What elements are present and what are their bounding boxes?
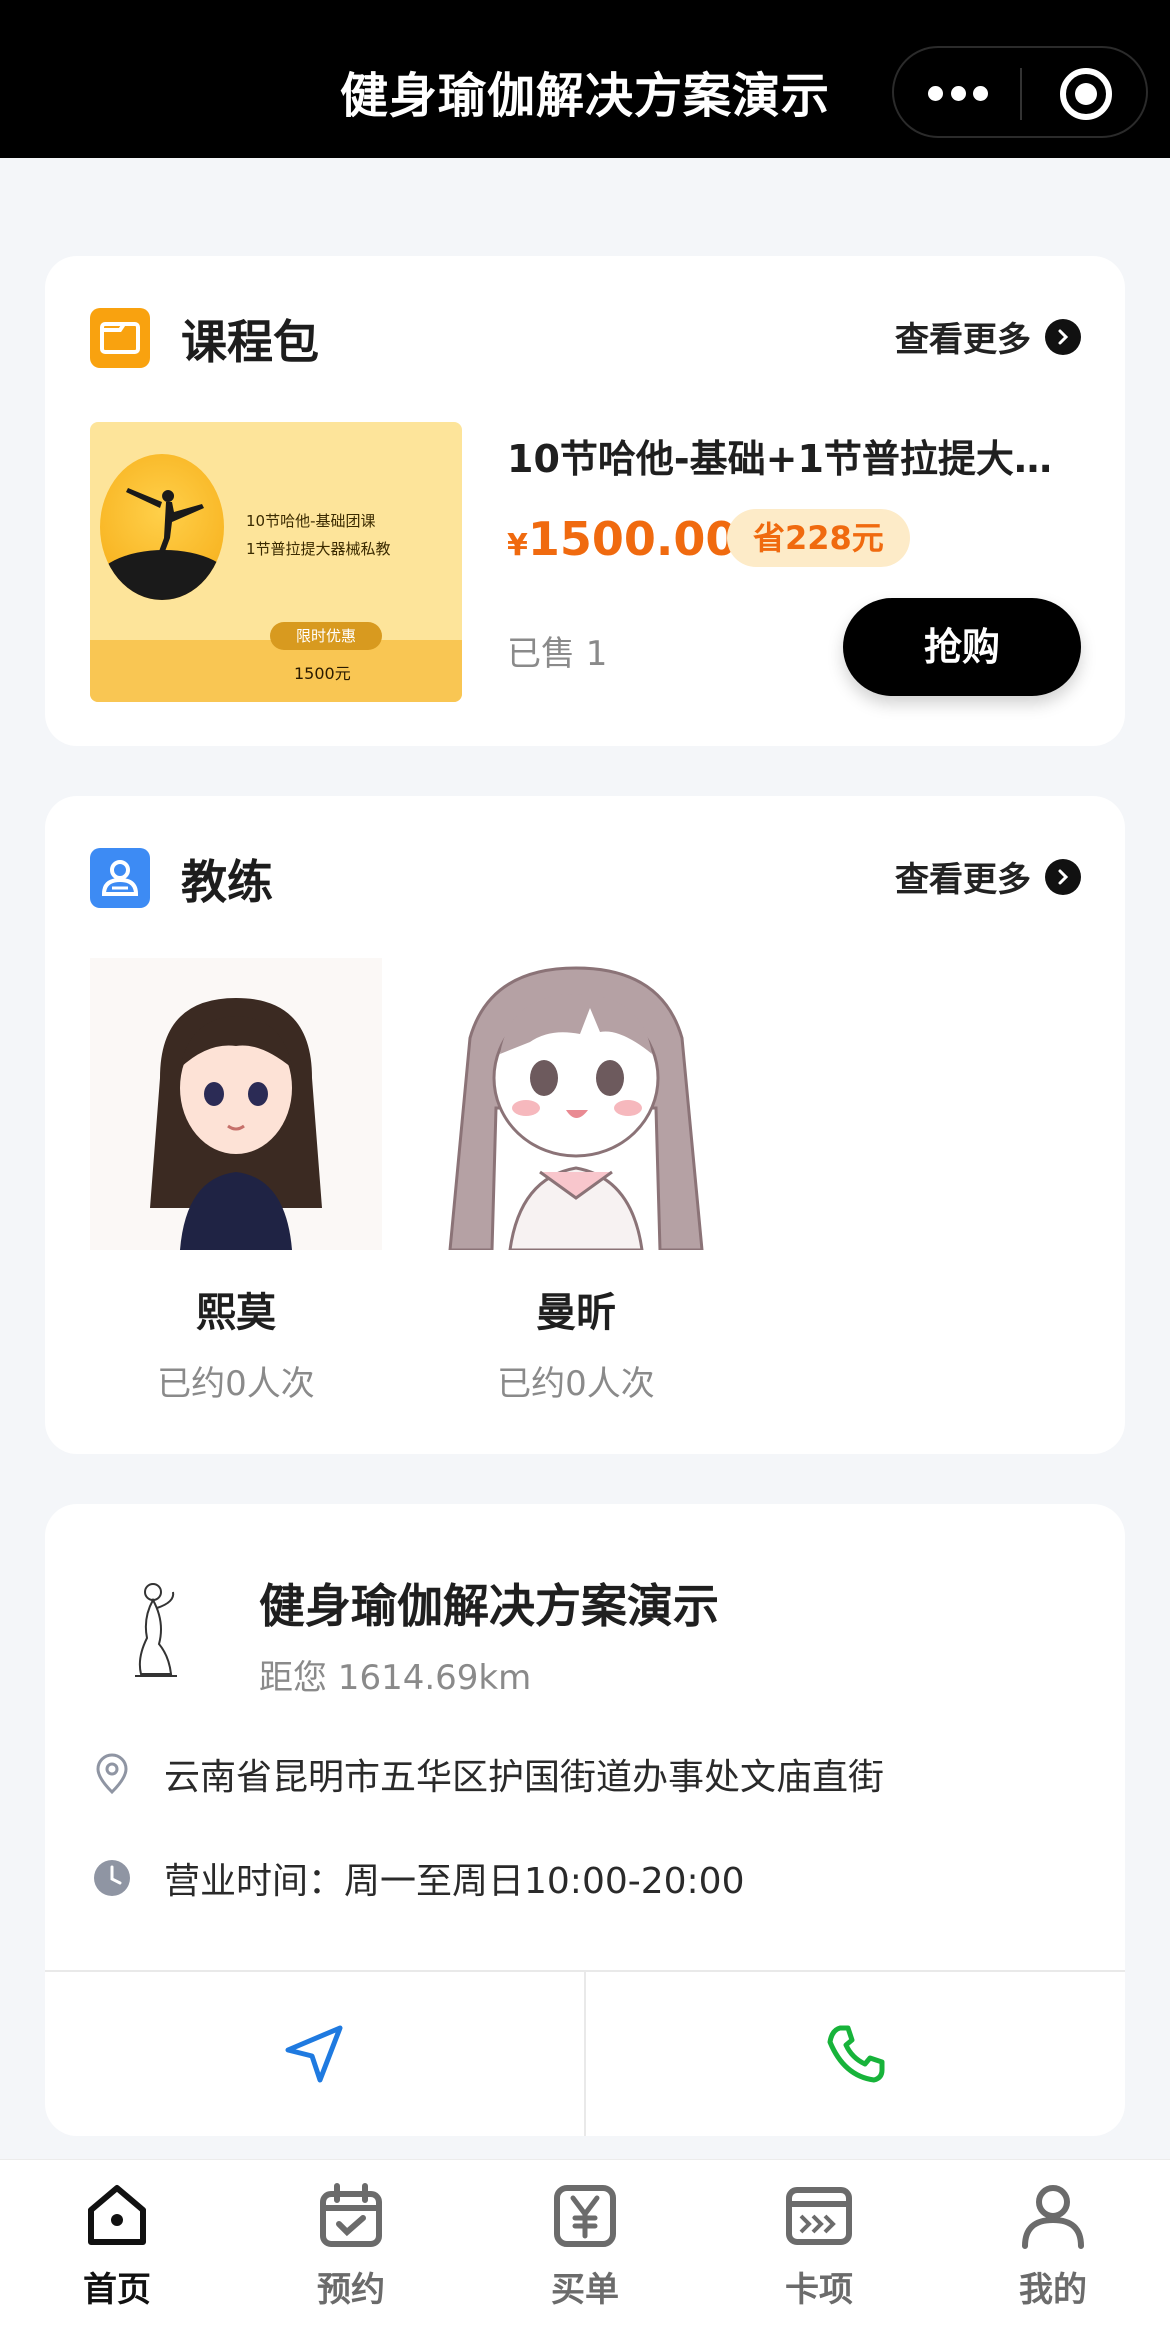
- coach-name: 熙莫: [196, 1290, 276, 1336]
- user-icon: [1022, 2185, 1084, 2249]
- tab-label: 预约: [317, 2270, 385, 2310]
- cover-price: 1500元: [294, 664, 351, 683]
- view-more-label: 查看更多: [895, 320, 1031, 360]
- coach-booking-count: 已约0人次: [497, 1364, 655, 1404]
- store-distance: 距您 1614.69km: [259, 1658, 532, 1698]
- tab-pay[interactable]: 买单: [505, 2180, 665, 2311]
- tab-label: 买单: [551, 2270, 619, 2310]
- package-name[interactable]: 10节哈他-基础+1节普拉提大器械私教: [507, 428, 1087, 483]
- clock-icon: [90, 1856, 134, 1900]
- cover-line-2: 1节普拉提大器械私教: [246, 540, 391, 558]
- chevron-right-icon: [1045, 318, 1081, 355]
- location-pin-icon: [90, 1752, 134, 1796]
- tab-mine[interactable]: 我的: [973, 2180, 1133, 2311]
- mini-program-capsule: [892, 46, 1148, 138]
- tab-label: 我的: [1019, 2270, 1087, 2310]
- tab-label: 首页: [83, 2270, 151, 2310]
- section-title: 教练: [181, 855, 273, 909]
- store-hours-row: 营业时间：周一至周日10:00-20:00: [90, 1852, 744, 1904]
- cover-line-1: 10节哈他-基础团课: [246, 512, 376, 530]
- record-target-icon[interactable]: [1060, 68, 1112, 120]
- coach-section: 教练 查看更多 熙莫 已约0人次 曼昕 已约0人次: [45, 796, 1125, 1454]
- coach-name: 曼昕: [536, 1290, 616, 1336]
- home-icon: [88, 2185, 146, 2245]
- view-more-packages-link[interactable]: 查看更多: [895, 312, 1081, 361]
- package-cover-image[interactable]: 10节哈他-基础团课 1节普拉提大器械私教 限时优惠 1500元: [90, 422, 462, 702]
- coach-avatar: [90, 958, 382, 1250]
- tab-label: 卡项: [785, 2270, 853, 2310]
- coach-card[interactable]: 熙莫 已约0人次: [90, 958, 382, 1405]
- cover-band: [90, 640, 462, 702]
- store-address: 云南省昆明市五华区护国街道办事处文庙直街: [164, 1757, 885, 1798]
- view-more-coaches-link[interactable]: 查看更多: [895, 852, 1081, 901]
- sold-count: 已售 1: [507, 634, 608, 674]
- store-address-row[interactable]: 云南省昆明市五华区护国街道办事处文庙直街: [90, 1748, 884, 1800]
- price-value: 1500.00: [527, 512, 738, 566]
- view-more-label: 查看更多: [895, 860, 1031, 900]
- bottom-tab-bar: 首页 预约 买单 卡项 我的: [0, 2160, 1170, 2347]
- yen-icon: [554, 2185, 616, 2247]
- buy-now-button[interactable]: 抢购: [843, 598, 1081, 696]
- more-dots-icon[interactable]: [928, 78, 988, 108]
- capsule-divider: [1020, 68, 1022, 120]
- tab-home[interactable]: 首页: [37, 2180, 197, 2311]
- store-name: 健身瑜伽解决方案演示: [259, 1579, 719, 1633]
- section-title: 课程包: [181, 315, 319, 369]
- coach-icon: [90, 848, 150, 908]
- store-hours: 营业时间：周一至周日10:00-20:00: [164, 1861, 745, 1902]
- top-navigation-bar: 健身瑜伽解决方案演示: [0, 0, 1170, 158]
- tab-booking[interactable]: 预约: [271, 2180, 431, 2311]
- phone-icon: [827, 2025, 885, 2083]
- chevron-right-icon: [1045, 858, 1081, 895]
- course-package-section: 课程包 查看更多 10节哈他-基础团课 1节普拉提大器械私教 限时优惠 1500…: [45, 256, 1125, 746]
- calendar-check-icon: [320, 2183, 382, 2247]
- card-icon: [786, 2187, 852, 2245]
- call-button[interactable]: [587, 1974, 1125, 2134]
- navigation-arrow-icon: [285, 2025, 343, 2083]
- folder-icon: [90, 308, 150, 368]
- divider: [584, 1972, 586, 2136]
- store-logo: [113, 1578, 203, 1688]
- store-info-section: 健身瑜伽解决方案演示 距您 1614.69km 云南省昆明市五华区护国街道办事处…: [45, 1504, 1125, 2136]
- sunset-graphic: [100, 454, 224, 600]
- cover-badge: 限时优惠: [270, 622, 382, 650]
- currency-symbol: ¥: [507, 528, 528, 563]
- navigate-button[interactable]: [45, 1974, 583, 2134]
- coach-booking-count: 已约0人次: [157, 1364, 315, 1404]
- tab-cards[interactable]: 卡项: [739, 2180, 899, 2311]
- save-tag: 省228元: [727, 509, 910, 567]
- package-price: ¥1500.00: [507, 512, 737, 566]
- coach-avatar: [430, 958, 722, 1250]
- coach-card[interactable]: 曼昕 已约0人次: [430, 958, 722, 1405]
